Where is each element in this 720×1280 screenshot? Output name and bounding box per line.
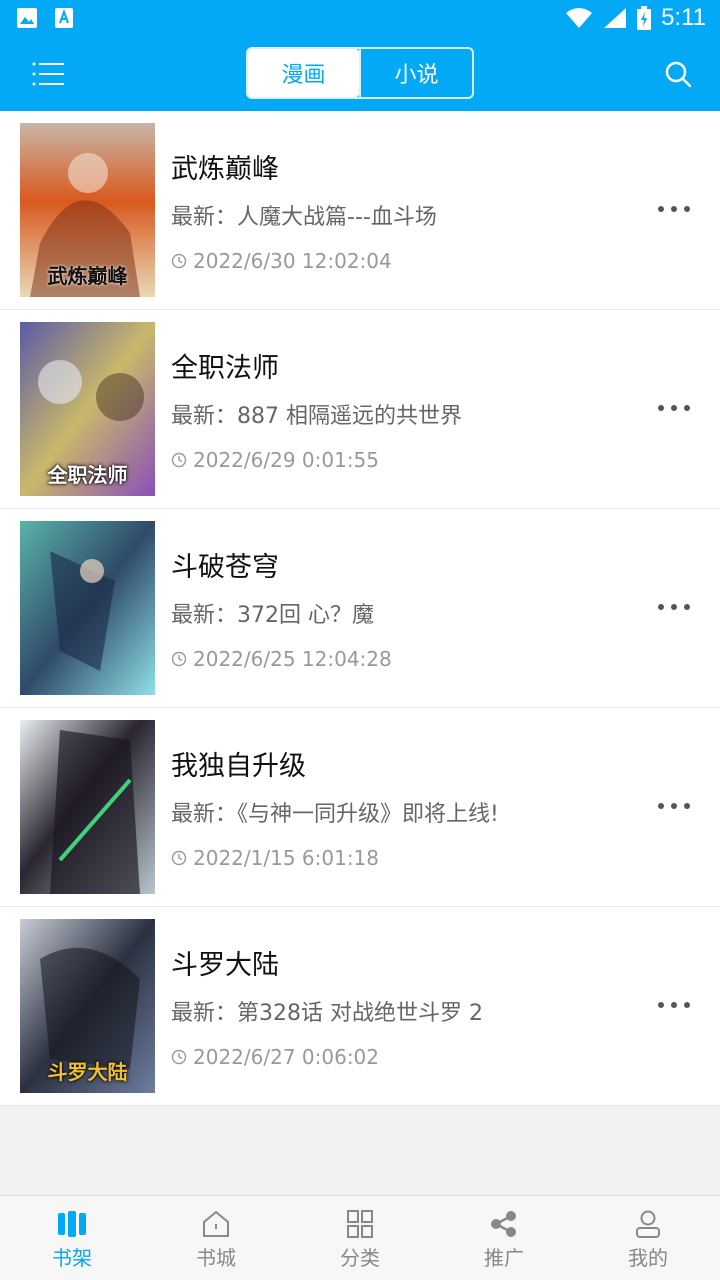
book-cover[interactable]: 斗罗大陆 [20, 919, 155, 1093]
latest-chapter: 最新：887 相隔遥远的共世界 [171, 404, 462, 429]
share-icon [491, 1211, 516, 1237]
status-time: 5:11 [661, 4, 706, 31]
tab-xiaoshuo[interactable]: 小说 [359, 49, 472, 97]
more-options-button[interactable] [658, 792, 690, 820]
book-title: 我独自升级 [171, 751, 306, 782]
nav-mine[interactable]: 我的 [576, 1196, 720, 1280]
nav-category[interactable]: 分类 [288, 1196, 432, 1280]
grid-icon [347, 1210, 373, 1238]
cover-title: 全职法师 [47, 463, 128, 487]
nav-label: 我的 [628, 1246, 668, 1270]
search-icon [665, 61, 692, 88]
update-time: 2022/1/15 6:01:18 [171, 846, 379, 870]
clock-icon [171, 253, 187, 269]
book-row[interactable]: 武炼巅峰 武炼巅峰 最新：人魔大战篇---血斗场 2022/6/30 12:02… [0, 111, 720, 310]
cover-title: 武炼巅峰 [47, 264, 128, 288]
update-time: 2022/6/30 12:02:04 [171, 249, 392, 273]
menu-button[interactable] [30, 56, 70, 92]
update-time-text: 2022/6/29 0:01:55 [193, 448, 380, 472]
book-title: 武炼巅峰 [171, 154, 279, 185]
nav-bookstore[interactable]: 书城 [144, 1196, 288, 1280]
book-cover[interactable]: 武炼巅峰 [20, 123, 155, 297]
more-options-button[interactable] [658, 394, 690, 422]
latest-chapter: 最新：372回 心？魔 [171, 603, 374, 628]
category-tabs: 漫画 小说 [246, 47, 474, 99]
update-time-text: 2022/6/25 12:04:28 [193, 647, 392, 671]
bottom-nav: 书架 书城 分类 推广 我的 [0, 1195, 720, 1280]
user-icon [636, 1210, 660, 1238]
nav-promote[interactable]: 推广 [432, 1196, 576, 1280]
menu-icon [32, 62, 64, 86]
update-time: 2022/6/29 0:01:55 [171, 448, 379, 472]
book-cover[interactable] [20, 720, 155, 894]
cover-title: 斗罗大陆 [47, 1060, 128, 1084]
update-time: 2022/6/27 0:06:02 [171, 1045, 379, 1069]
status-bar: 5:11 [0, 0, 720, 36]
book-title: 斗罗大陆 [171, 950, 279, 981]
more-options-button[interactable] [658, 195, 690, 223]
more-options-button[interactable] [658, 593, 690, 621]
clock-icon [171, 651, 187, 667]
wifi-icon [566, 8, 593, 28]
image-icon [17, 8, 37, 28]
book-row[interactable]: 斗罗大陆 斗罗大陆 最新：第328话 对战绝世斗罗 2 2022/6/27 0:… [0, 907, 720, 1106]
clock-icon [171, 452, 187, 468]
more-options-button[interactable] [658, 991, 690, 1019]
tab-manhua[interactable]: 漫画 [248, 49, 359, 97]
book-title: 全职法师 [171, 353, 279, 384]
book-cover[interactable] [20, 521, 155, 695]
bookshelf-icon [58, 1211, 86, 1237]
book-row[interactable]: 全职法师 全职法师 最新：887 相隔遥远的共世界 2022/6/29 0:01… [0, 310, 720, 509]
book-title: 斗破苍穹 [171, 552, 279, 583]
bookshelf-list: 武炼巅峰 武炼巅峰 最新：人魔大战篇---血斗场 2022/6/30 12:02… [0, 111, 720, 1106]
app-bar: 漫画 小说 [0, 36, 720, 111]
search-button[interactable] [662, 58, 694, 90]
book-cover[interactable]: 全职法师 [20, 322, 155, 496]
latest-chapter: 最新：《与神一同升级》即将上线! [171, 802, 499, 827]
book-row[interactable]: 斗破苍穹 最新：372回 心？魔 2022/6/25 12:04:28 [0, 509, 720, 708]
latest-chapter: 最新：人魔大战篇---血斗场 [171, 205, 437, 230]
update-time-text: 2022/1/15 6:01:18 [193, 846, 380, 870]
nav-bookshelf[interactable]: 书架 [0, 1196, 144, 1280]
clock-icon [171, 1049, 187, 1065]
update-time: 2022/6/25 12:04:28 [171, 647, 392, 671]
nav-label: 书架 [52, 1246, 92, 1270]
signal-icon [604, 8, 627, 28]
clock-icon [171, 850, 187, 866]
home-icon [203, 1210, 229, 1237]
nav-label: 分类 [340, 1246, 380, 1270]
nav-label: 书城 [196, 1246, 236, 1270]
update-time-text: 2022/6/27 0:06:02 [193, 1045, 380, 1069]
battery-icon [637, 6, 652, 30]
font-icon [55, 8, 73, 28]
book-row[interactable]: 我独自升级 最新：《与神一同升级》即将上线! 2022/1/15 6:01:18 [0, 708, 720, 907]
update-time-text: 2022/6/30 12:02:04 [193, 249, 392, 273]
latest-chapter: 最新：第328话 对战绝世斗罗 2 [171, 1001, 483, 1026]
nav-label: 推广 [484, 1246, 524, 1270]
